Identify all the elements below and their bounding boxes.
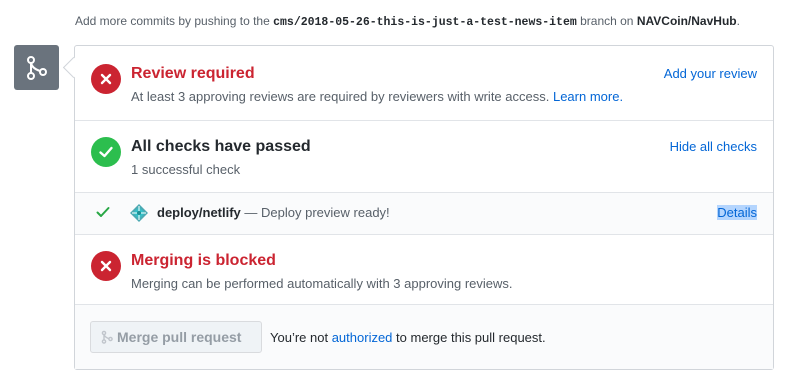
- blocked-x-icon: [91, 251, 121, 281]
- authorized-link[interactable]: authorized: [332, 330, 393, 345]
- branch-name: cms/2018-05-26-this-is-just-a-test-news-…: [273, 16, 577, 29]
- check-item-row: deploy/netlify — Deploy preview ready! D…: [75, 193, 773, 235]
- merge-pull-request-button[interactable]: Merge pull request: [90, 321, 262, 353]
- note-prefix: You’re not: [270, 330, 329, 345]
- branch-note-middle: branch on: [580, 14, 634, 28]
- check-separator: —: [244, 205, 258, 220]
- branch-note: Add more commits by pushing to the cms/2…: [75, 14, 740, 29]
- check-description: Deploy preview ready!: [261, 205, 390, 220]
- branch-note-prefix: Add more commits by pushing to the: [75, 14, 270, 28]
- note-suffix: to merge this pull request.: [396, 330, 546, 345]
- netlify-icon: [130, 204, 148, 222]
- pr-merge-status: Add more commits by pushing to the cms/2…: [0, 0, 786, 380]
- blocked-section: Merging is blocked Merging can be perfor…: [75, 235, 773, 305]
- checks-title: All checks have passed: [131, 138, 311, 155]
- review-title: Review required: [131, 65, 255, 82]
- merge-footer: Merge pull request You’re not authorized…: [75, 305, 773, 369]
- git-merge-avatar: [14, 45, 59, 90]
- repo-name: NAVCoin/NavHub: [636, 14, 737, 28]
- review-description-text: At least 3 approving reviews are require…: [131, 89, 550, 104]
- learn-more-link[interactable]: Learn more.: [553, 89, 623, 104]
- git-merge-icon: [101, 330, 113, 344]
- review-x-icon: [91, 64, 121, 94]
- blocked-description: Merging can be performed automatically w…: [131, 276, 513, 291]
- review-description: At least 3 approving reviews are require…: [131, 89, 623, 104]
- add-review-link[interactable]: Add your review: [664, 66, 757, 81]
- check-context: deploy/netlify: [157, 205, 241, 220]
- check-details-link[interactable]: Details: [717, 205, 757, 220]
- review-section: Review required At least 3 approving rev…: [75, 46, 773, 121]
- git-merge-icon: [26, 55, 47, 80]
- merge-status-panel: Review required At least 3 approving rev…: [74, 45, 774, 370]
- hide-checks-link[interactable]: Hide all checks: [670, 139, 757, 154]
- checks-section: All checks have passed 1 successful chec…: [75, 121, 773, 193]
- branch-note-suffix: .: [736, 14, 740, 28]
- checks-check-icon: [91, 137, 121, 167]
- merge-button-label: Merge pull request: [117, 329, 242, 345]
- checks-summary: 1 successful check: [131, 162, 241, 177]
- check-icon: [96, 207, 110, 217]
- blocked-title: Merging is blocked: [131, 252, 276, 269]
- merge-permission-note: You’re not authorized to merge this pull…: [270, 330, 546, 345]
- check-item-text: deploy/netlify — Deploy preview ready!: [157, 205, 390, 220]
